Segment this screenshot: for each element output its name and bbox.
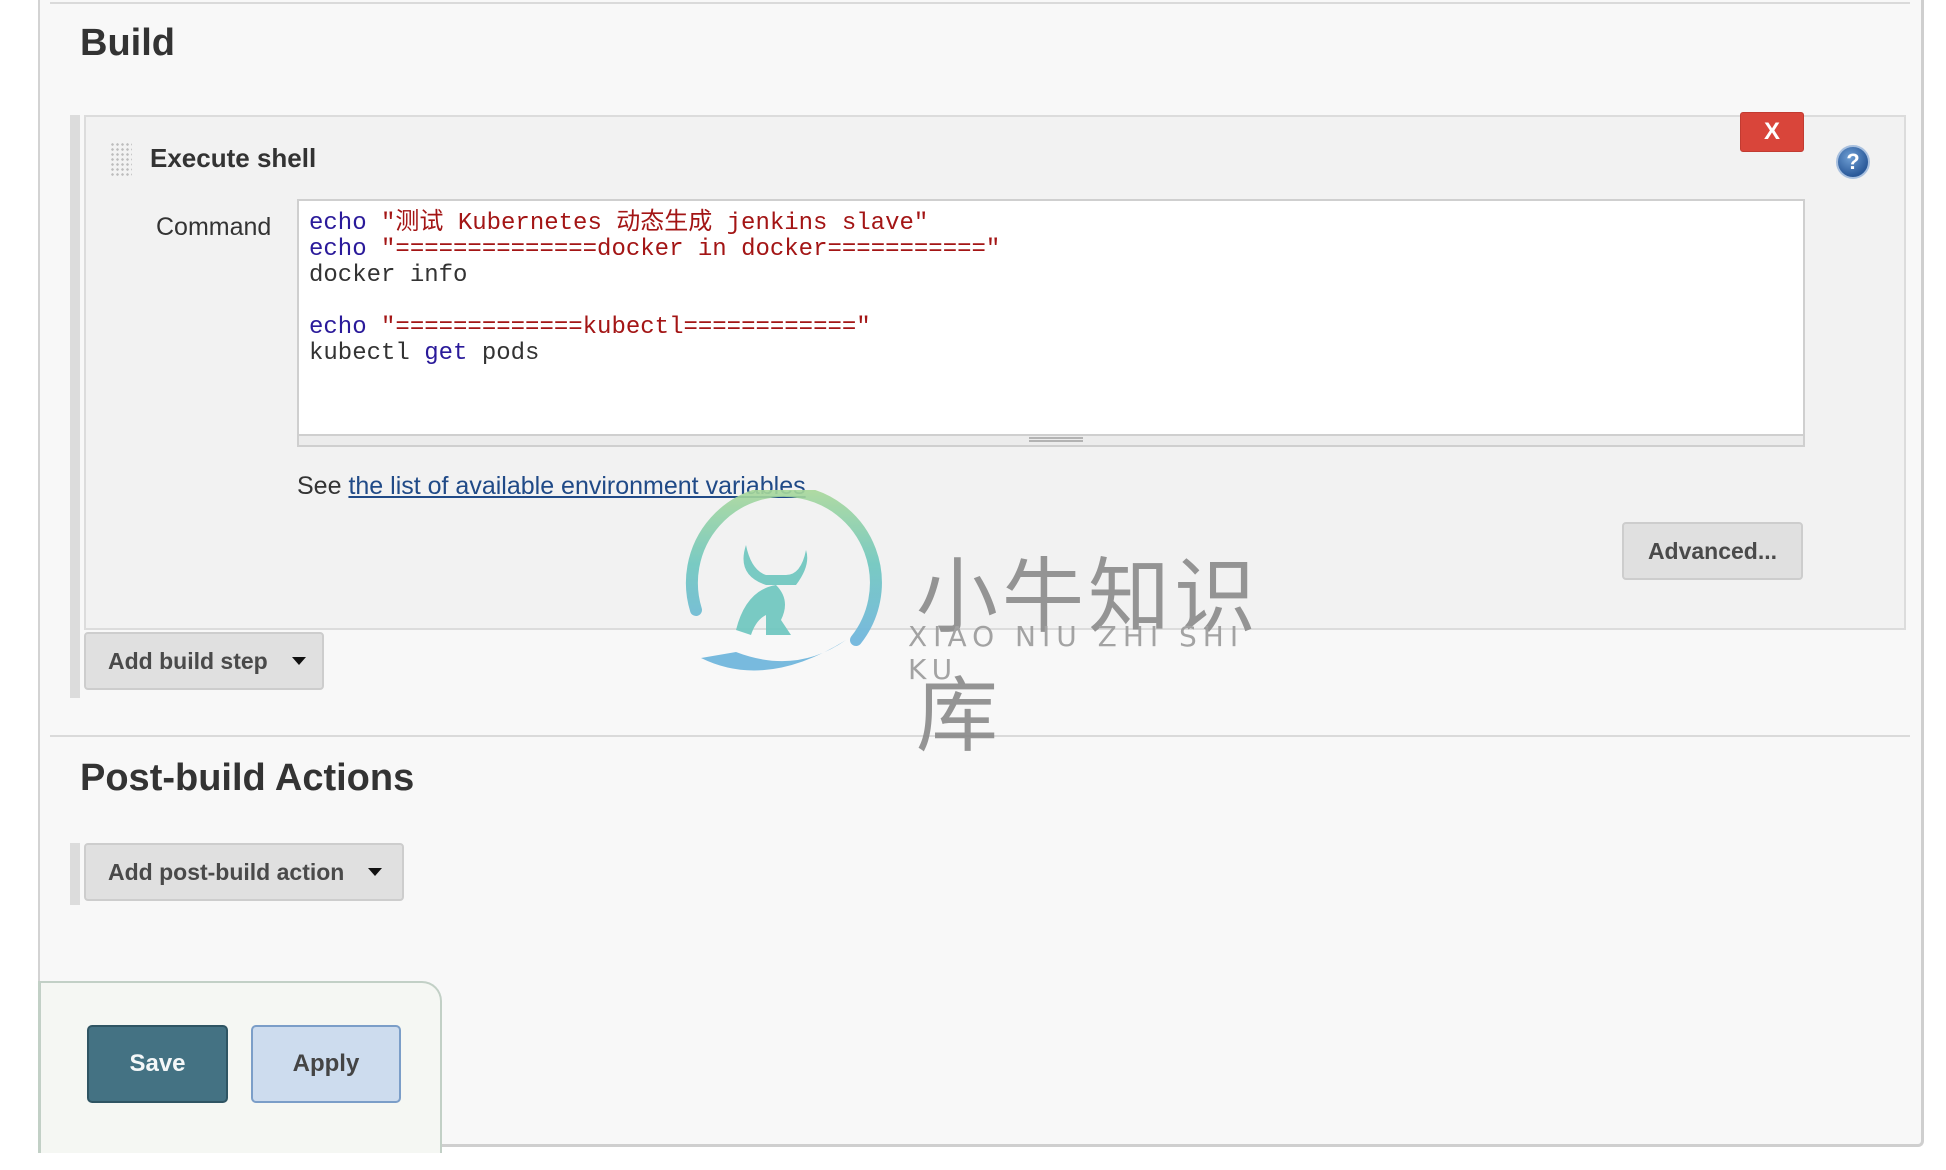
textarea-resize-handle[interactable] [299,434,1803,445]
add-post-build-action-button[interactable]: Add post-build action [84,843,404,901]
command-code[interactable]: echo "测试 Kubernetes 动态生成 jenkins slave" … [309,211,1000,367]
section-divider [50,2,1910,4]
section-divider [50,735,1910,737]
build-section-title: Build [80,22,175,64]
caret-down-icon [368,868,383,876]
env-vars-link[interactable]: the list of available environment variab… [348,472,805,500]
execute-shell-step: Execute shell X ? Command echo "测试 Kuber… [84,112,1906,630]
env-vars-hint: See the list of available environment va… [297,472,806,501]
code-line: echo "=============kubectl============" [309,314,871,341]
code-line: echo "测试 Kubernetes 动态生成 jenkins slave" [309,210,928,237]
caret-down-icon [291,657,306,665]
advanced-button[interactable]: Advanced... [1622,522,1803,580]
code-text: docker info [309,262,468,289]
code-string: "=============kubectl============" [381,314,871,341]
add-post-build-label: Add post-build action [108,858,345,885]
build-section-bar [70,115,80,698]
form-footer: Save Apply [38,981,442,1153]
code-string: "==============docker in docker=========… [381,236,1001,263]
code-line: docker info [309,262,467,289]
help-icon[interactable]: ? [1836,145,1870,179]
code-line: kubectl get pods [309,340,539,367]
code-string: "测试 Kubernetes 动态生成 jenkins slave" [381,210,929,237]
apply-button[interactable]: Apply [251,1025,401,1103]
code-keyword: echo [309,314,367,341]
command-textarea[interactable]: echo "测试 Kubernetes 动态生成 jenkins slave" … [297,199,1805,447]
add-build-step-button[interactable]: Add build step [84,632,324,690]
code-keyword: echo [309,210,367,237]
code-keyword: echo [309,236,367,263]
code-keyword: get [424,340,468,367]
code-text: pods [467,340,540,367]
code-text: kubectl [309,340,425,367]
command-label: Command [156,213,272,241]
step-title: Execute shell [150,143,317,173]
post-build-section-title: Post-build Actions [80,757,415,799]
env-prefix: See [297,472,349,500]
resize-grip-icon[interactable] [1029,437,1083,442]
drag-handle-icon[interactable] [110,142,132,178]
add-build-step-label: Add build step [108,647,268,674]
code-line: echo "==============docker in docker====… [309,236,1000,263]
delete-step-button[interactable]: X [1740,112,1804,152]
post-build-section-bar [70,843,80,905]
save-button[interactable]: Save [87,1025,228,1103]
